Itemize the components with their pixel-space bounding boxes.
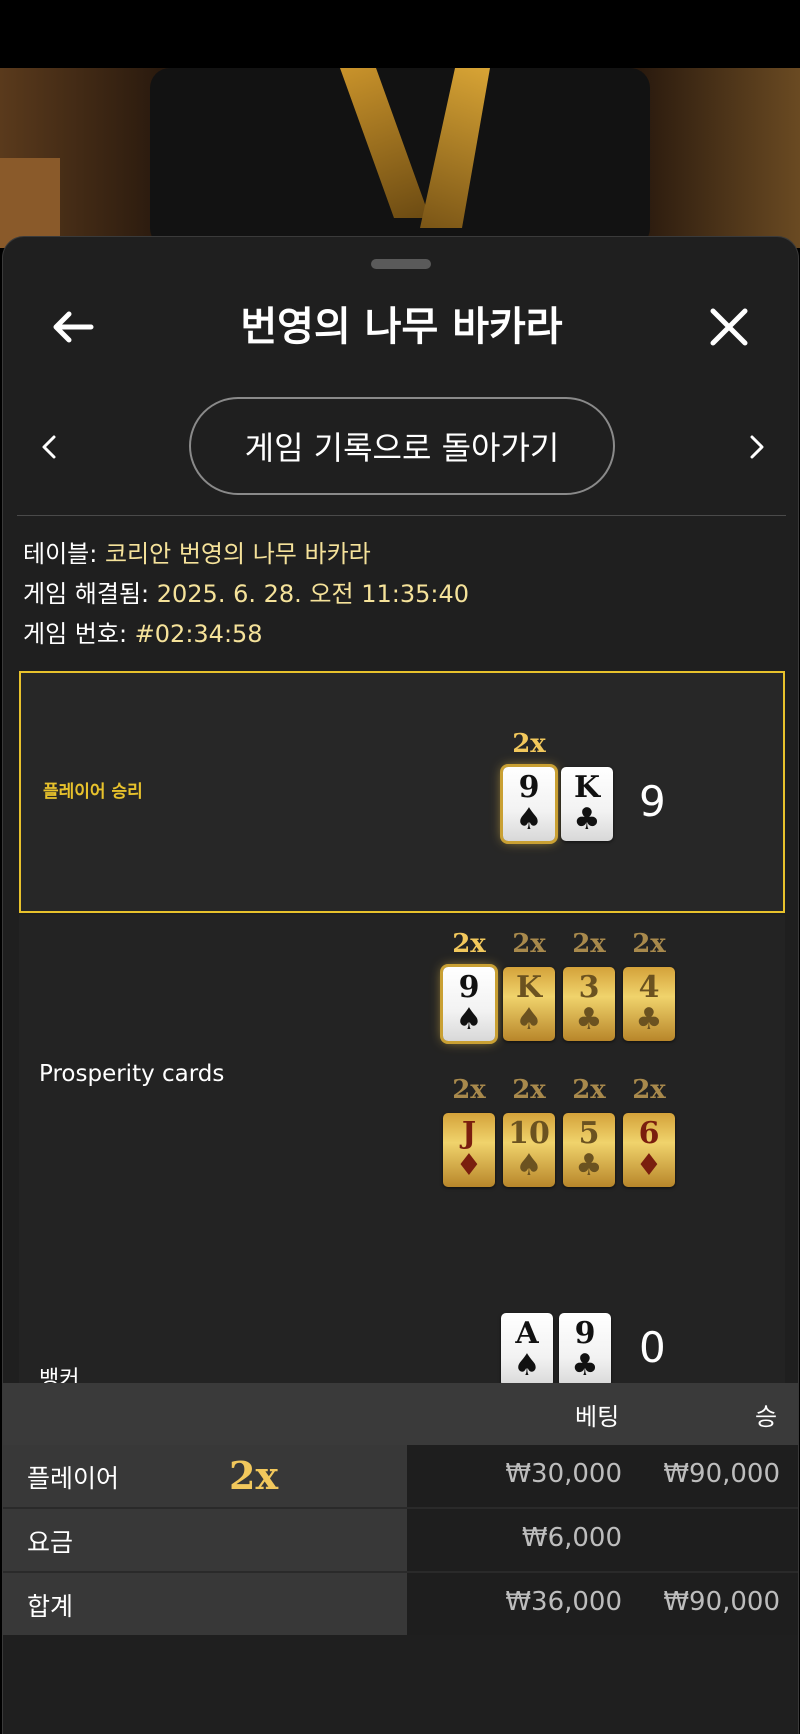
card-rank: 9 [518,770,540,805]
card-rank: 9 [458,970,480,1005]
table-info: 테이블: 코리안 번영의 나무 바카라 [23,537,371,571]
table-row: 합계 ₩36,000 ₩90,000 [3,1573,798,1635]
table-row: 플레이어 2x ₩30,000 ₩90,000 [3,1445,798,1507]
bet-name: 합계 [27,1592,74,1621]
prosperity-card: 5 ♣ [563,1113,615,1187]
prosperity-multiplier: 2x [632,929,666,959]
prosperity-multiplier: 2x [452,1075,486,1105]
card-suit: ♦ [455,1148,483,1183]
player-result-panel: 플레이어 승리 2x 9 ♠ K ♣ 9 [19,671,785,913]
bet-amount: ₩6,000 [521,1523,622,1553]
table-info-label: 테이블: [23,540,105,568]
card-rank: A [515,1316,539,1351]
resolved-info-label: 게임 해결됨: [23,580,157,608]
card-rank: 5 [578,1116,600,1151]
card-rank: J [461,1116,477,1151]
close-button[interactable] [703,301,755,353]
back-button[interactable] [47,301,99,353]
card-rank: 9 [574,1316,596,1351]
card-suit: ♠ [515,1148,543,1183]
prosperity-label: Prosperity cards [39,1061,225,1087]
bet-amount: ₩36,000 [505,1587,622,1617]
chevron-left-icon [42,435,56,459]
prosperity-card: 4 ♣ [623,967,675,1041]
chevron-right-icon [750,435,764,459]
card-suit: ♦ [635,1148,663,1183]
card-suit: ♠ [515,1002,543,1037]
arrow-left-icon [53,311,94,343]
divider [17,515,786,516]
back-to-history-button[interactable]: 게임 기록으로 돌아가기 [189,397,615,495]
prosperity-card: 6 ♦ [623,1113,675,1187]
game-number-label: 게임 번호: [23,620,135,648]
close-icon [710,308,748,346]
prosperity-multiplier: 2x [512,929,546,959]
prosperity-card: 10 ♠ [503,1113,555,1187]
card-suit: ♣ [571,1348,599,1383]
previous-game-button[interactable] [29,425,69,469]
prosperity-card: K ♠ [503,967,555,1041]
bet-multiplier: 2x [229,1453,279,1498]
card-rank: K [515,970,543,1005]
game-number-value: #02:34:58 [134,620,263,648]
sheet-drag-handle[interactable] [371,259,431,269]
bet-name: 플레이어 [27,1464,120,1493]
game-navigation: 게임 기록으로 돌아가기 [3,397,798,497]
card-suit: ♣ [575,1002,603,1037]
banker-card: 9 ♣ [559,1313,611,1387]
game-detail-sheet: 번영의 나무 바카라 게임 기록으로 돌아가기 테이블: 코리안 번영의 나무 … [2,236,799,1734]
prosperity-card: 3 ♣ [563,967,615,1041]
card-suit: ♠ [515,802,543,837]
table-header: 베팅 승 [3,1383,798,1445]
player-card-multiplier: 2x [512,729,546,759]
win-amount: ₩90,000 [663,1459,780,1489]
bet-amount: ₩30,000 [505,1459,622,1489]
prosperity-multiplier: 2x [512,1075,546,1105]
column-header-bet: 베팅 [575,1403,620,1431]
card-rank: 3 [578,970,600,1005]
win-amount: ₩90,000 [663,1587,780,1617]
banker-score: 0 [639,1323,666,1372]
card-suit: ♣ [575,1148,603,1183]
card-suit: ♣ [635,1002,663,1037]
card-rank: 4 [638,970,660,1005]
card-rank: 10 [508,1116,550,1151]
resolved-info-value: 2025. 6. 28. 오전 11:35:40 [156,580,469,608]
card-rank: 6 [638,1116,660,1151]
player-score: 9 [639,777,666,826]
card-suit: ♠ [455,1002,483,1037]
resolved-info: 게임 해결됨: 2025. 6. 28. 오전 11:35:40 [23,577,469,611]
prosperity-multiplier: 2x [632,1075,666,1105]
game-number-info: 게임 번호: #02:34:58 [23,617,263,651]
prosperity-card: 9 ♠ [443,967,495,1041]
prosperity-multiplier: 2x [572,1075,606,1105]
live-video-background [0,68,800,248]
status-bar [0,0,800,68]
bet-name: 요금 [27,1528,74,1557]
column-header-win: 승 [755,1403,778,1431]
card-suit: ♣ [573,802,601,837]
page-title: 번영의 나무 바카라 [240,304,563,350]
prosperity-multiplier: 2x [452,929,486,959]
player-win-label: 플레이어 승리 [43,782,143,802]
card-rank: K [573,770,601,805]
banker-card: A ♠ [501,1313,553,1387]
prosperity-cards-panel: Prosperity cards 2x 2x 2x 2x 9 ♠ K ♠ 3 ♣… [19,915,785,1231]
next-game-button[interactable] [737,425,777,469]
player-card: 9 ♠ [503,767,555,841]
sheet-header: 번영의 나무 바카라 [3,277,798,377]
card-suit: ♠ [513,1348,541,1383]
table-row: 요금 ₩6,000 [3,1509,798,1571]
table-info-value: 코리안 번영의 나무 바카라 [104,540,371,568]
player-card: K ♣ [561,767,613,841]
video-decor [0,158,60,248]
prosperity-card: J ♦ [443,1113,495,1187]
prosperity-multiplier: 2x [572,929,606,959]
